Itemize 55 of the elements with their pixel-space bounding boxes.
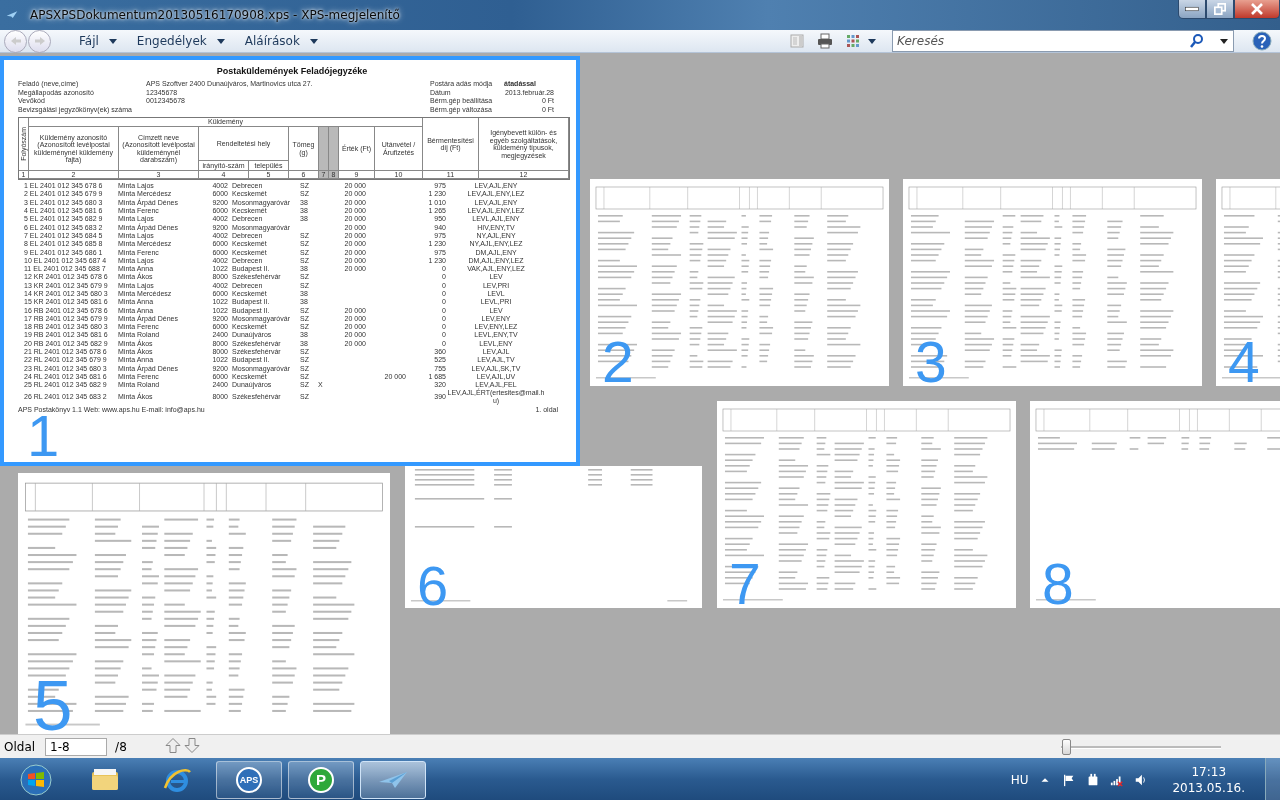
page-number: 3 [914, 341, 947, 384]
minimize-button[interactable] [1178, 0, 1206, 19]
page-thumbnail[interactable]: 5 [18, 473, 390, 734]
page-number: 8 [1041, 563, 1074, 606]
document-title: Postaküldemények Feladójegyzéke [215, 66, 369, 77]
page-thumbnail[interactable]: 4 [1216, 179, 1280, 386]
app-badge: P [308, 766, 334, 793]
printer-icon [816, 33, 834, 49]
restore-icon [1213, 3, 1227, 15]
search-field[interactable]: Keresés [892, 30, 1234, 52]
table-header-cell [319, 127, 329, 171]
restore-button[interactable] [1206, 0, 1234, 19]
page-number: 1 [26, 414, 60, 458]
page-number: 6 [416, 564, 449, 607]
app-badge: APS [236, 766, 262, 793]
search-icon [1188, 33, 1206, 49]
page-number: 7 [728, 563, 761, 606]
clock-date: 2013.05.16. [1172, 779, 1245, 796]
taskbar-button[interactable]: P [288, 760, 354, 799]
help-icon [1252, 31, 1272, 51]
page-thumbnail[interactable]: 8 [1030, 401, 1280, 608]
table-header-cell [329, 127, 339, 171]
language-indicator[interactable]: HU [1010, 772, 1029, 787]
windows-logo-icon [20, 763, 52, 796]
caret-icon [868, 38, 876, 44]
back-button[interactable] [4, 29, 27, 53]
page-thumbnail[interactable] [0, 56, 580, 466]
menu-button[interactable]: Engedélyek [128, 34, 237, 48]
reading-view-icon [788, 33, 806, 49]
page-thumbnail[interactable]: 6 [405, 466, 702, 608]
taskbar-button[interactable]: APS [216, 760, 282, 799]
window-title: APSXPSDokumentum20130516170908.xps - XPS-megjelenítő [29, 8, 401, 22]
page-label: Oldal [4, 739, 36, 754]
page-thumbnail[interactable]: 7 [717, 401, 1016, 608]
taskbar-button[interactable] [360, 760, 426, 799]
page-number: 2 [601, 341, 634, 384]
caret-icon [216, 38, 225, 44]
page-thumbnail[interactable]: 3 [903, 179, 1202, 386]
close-icon [1250, 3, 1264, 15]
caret-icon [108, 38, 117, 44]
page-thumbnail[interactable]: 2 [590, 179, 889, 386]
clock-time: 17:13 [1191, 763, 1227, 780]
close-button[interactable] [1234, 0, 1280, 19]
forward-button[interactable] [28, 29, 51, 53]
page-number: 5 [32, 679, 73, 733]
caret-icon [1220, 38, 1228, 44]
zoom-slider[interactable] [1061, 738, 1221, 755]
menu-button[interactable]: Fájl [71, 34, 129, 48]
page-total: /8 [115, 739, 127, 754]
grid-view-icon [844, 33, 862, 49]
slider-thumb[interactable] [1061, 738, 1071, 755]
page-field[interactable]: 1-8 [45, 737, 108, 756]
menu-button[interactable]: Aláírások [236, 34, 330, 48]
caret-icon [309, 38, 318, 44]
page-number: 4 [1227, 341, 1260, 384]
